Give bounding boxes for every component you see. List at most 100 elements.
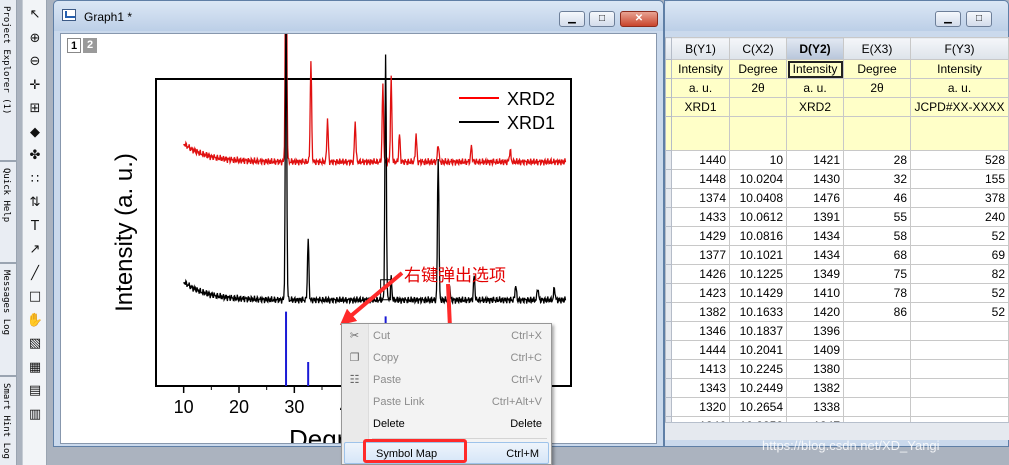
maximize-button[interactable]: □ <box>589 11 615 27</box>
cell[interactable]: 10.1021 <box>729 245 787 265</box>
cell[interactable]: 10.0612 <box>729 207 787 227</box>
cell[interactable]: 52 <box>910 226 1009 246</box>
menu-item-delete[interactable]: Delete Delete <box>342 413 551 435</box>
column-header[interactable]: F(Y3) <box>910 37 1009 60</box>
cell[interactable]: 1320 <box>671 397 730 417</box>
cell[interactable]: 10.2449 <box>729 378 787 398</box>
worksheet-minimize-button[interactable]: ▁ <box>935 11 961 27</box>
cell[interactable]: 1343 <box>671 378 730 398</box>
scale-icon[interactable]: ⇅ <box>26 194 44 212</box>
menu-item-paste[interactable]: ☷ Paste Ctrl+V <box>342 369 551 391</box>
hand-icon[interactable]: ✋ <box>26 312 44 330</box>
cell[interactable]: Degree <box>729 59 787 79</box>
cell[interactable]: 75 <box>843 264 911 284</box>
cell[interactable]: 10.0204 <box>729 169 787 189</box>
minimize-button[interactable]: ▁ <box>559 11 585 27</box>
cell[interactable]: 528 <box>910 150 1009 170</box>
quick-help-tab[interactable]: Quick Help <box>1 168 11 222</box>
cell[interactable]: 52 <box>910 302 1009 322</box>
layer-tab-1[interactable]: 1 <box>67 38 81 53</box>
cell[interactable]: a. u. <box>671 78 730 98</box>
cell[interactable] <box>910 321 1009 341</box>
cell[interactable]: Intensity <box>671 59 730 79</box>
cell[interactable]: 1349 <box>786 264 844 284</box>
cell[interactable]: 10.0816 <box>729 226 787 246</box>
cell[interactable] <box>729 116 787 151</box>
cell[interactable]: 10.0408 <box>729 188 787 208</box>
column-header[interactable]: B(Y1) <box>671 37 730 60</box>
cell[interactable]: 10 <box>729 150 787 170</box>
cell[interactable] <box>671 116 730 151</box>
zoom-in-icon[interactable]: ⊕ <box>26 30 44 48</box>
cell[interactable]: 68 <box>843 245 911 265</box>
cell[interactable]: JCPD#XX-XXXX <box>910 97 1009 117</box>
cell[interactable] <box>910 397 1009 417</box>
layers-icon[interactable]: ▥ <box>26 406 44 424</box>
cell[interactable]: 1380 <box>786 359 844 379</box>
column-header[interactable]: E(X3) <box>843 37 911 60</box>
cell[interactable] <box>729 97 787 117</box>
region-data-icon[interactable]: ▧ <box>26 335 44 353</box>
cell[interactable]: 378 <box>910 188 1009 208</box>
cell[interactable]: 10.2654 <box>729 397 787 417</box>
cell[interactable] <box>910 378 1009 398</box>
cell[interactable]: 10.2245 <box>729 359 787 379</box>
worksheet-grid[interactable]: B(Y1) C(X2) D(Y2) E(X3) F(Y3) Intensity Degree… <box>665 37 1009 422</box>
column-header[interactable]: D(Y2) <box>786 37 844 60</box>
cell[interactable]: 1421 <box>786 150 844 170</box>
cell[interactable]: 78 <box>843 283 911 303</box>
smart-hint-log-tab[interactable]: Smart Hint Log <box>1 383 11 459</box>
cell[interactable]: 1346 <box>671 321 730 341</box>
rectangle-tool-icon[interactable]: □ <box>26 288 44 306</box>
cell[interactable]: 10.1837 <box>729 321 787 341</box>
close-button[interactable]: ✕ <box>620 11 658 27</box>
cell[interactable]: 1413 <box>671 359 730 379</box>
column-header[interactable]: C(X2) <box>729 37 787 60</box>
worksheet-title-bar[interactable]: ▁ □ <box>665 1 1008 31</box>
cell[interactable]: 2θ <box>729 78 787 98</box>
cell[interactable] <box>910 340 1009 360</box>
cell[interactable] <box>843 340 911 360</box>
cell[interactable]: 1382 <box>786 378 844 398</box>
cell[interactable] <box>843 378 911 398</box>
regional-mask-icon[interactable]: ∷ <box>26 171 44 189</box>
cell[interactable]: 46 <box>843 188 911 208</box>
cell[interactable]: 1396 <box>786 321 844 341</box>
cell[interactable]: a. u. <box>786 78 844 98</box>
menu-item-copy[interactable]: ❐ Copy Ctrl+C <box>342 347 551 369</box>
cell[interactable]: 1444 <box>671 340 730 360</box>
cell[interactable]: 1429 <box>671 226 730 246</box>
graph-title-bar[interactable]: Graph1 * ▁ □ ✕ <box>54 1 663 31</box>
cell[interactable] <box>843 397 911 417</box>
cell[interactable] <box>843 359 911 379</box>
menu-item-paste-link[interactable]: Paste Link Ctrl+Alt+V <box>342 391 551 413</box>
cell[interactable]: 10.1633 <box>729 302 787 322</box>
cell[interactable]: 1430 <box>786 169 844 189</box>
cell[interactable]: 58 <box>843 226 911 246</box>
cell[interactable]: 1423 <box>671 283 730 303</box>
cell[interactable]: 28 <box>843 150 911 170</box>
cell[interactable]: XRD2 <box>786 97 844 117</box>
cell[interactable]: 82 <box>910 264 1009 284</box>
cell[interactable] <box>843 116 911 151</box>
cell[interactable]: 10.1429 <box>729 283 787 303</box>
cell[interactable]: 55 <box>843 207 911 227</box>
cell[interactable]: 1377 <box>671 245 730 265</box>
worksheet-maximize-button[interactable]: □ <box>966 11 992 27</box>
draw-data-icon[interactable]: ✤ <box>26 147 44 165</box>
cell[interactable]: 32 <box>843 169 911 189</box>
cell[interactable]: 10.2041 <box>729 340 787 360</box>
cell[interactable]: 1476 <box>786 188 844 208</box>
cell[interactable]: 240 <box>910 207 1009 227</box>
data-plot-icon[interactable]: ▦ <box>26 359 44 377</box>
pointer-icon[interactable]: ↖ <box>26 6 44 24</box>
arrow-tool-icon[interactable]: ↗ <box>26 241 44 259</box>
cell[interactable]: 1374 <box>671 188 730 208</box>
cell[interactable]: 1410 <box>786 283 844 303</box>
cell[interactable] <box>843 97 911 117</box>
project-explorer-tab[interactable]: Project Explorer (1) <box>1 6 11 114</box>
cell[interactable]: 69 <box>910 245 1009 265</box>
cell[interactable]: XRD1 <box>671 97 730 117</box>
cell[interactable]: 1448 <box>671 169 730 189</box>
cell[interactable]: Intensity <box>910 59 1009 79</box>
